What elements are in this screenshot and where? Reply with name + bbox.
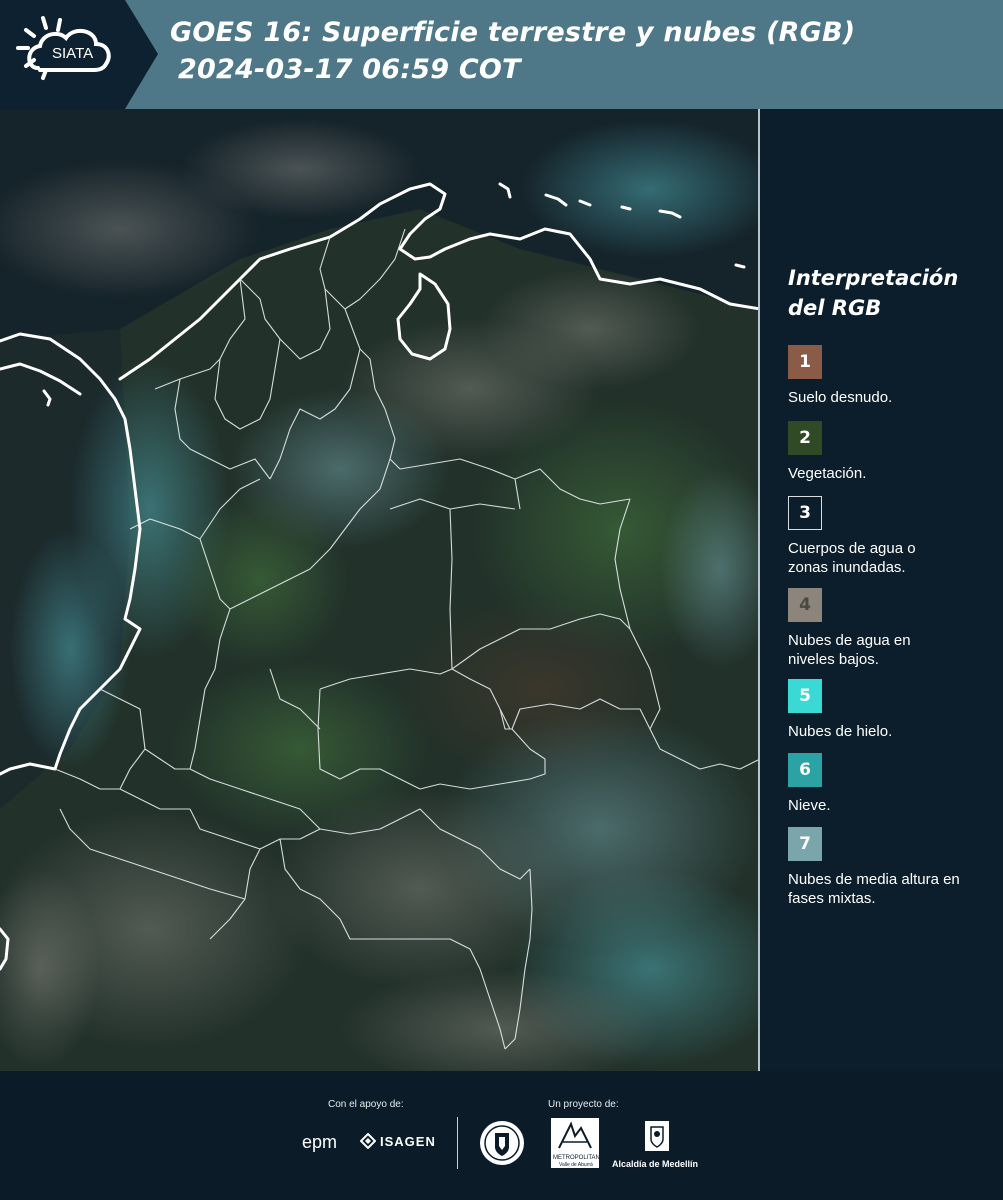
legend-number-6: 6 (799, 760, 811, 780)
area-metropolitana-text: METROPOLITANA (553, 1155, 604, 1161)
legend-title-line-2: del RGB (788, 296, 882, 320)
title-line-2: 2024-03-17 06:59 COT (178, 54, 521, 85)
legend-label-2: Vegetación. (788, 465, 867, 482)
legend-label-1: Suelo desnudo. (788, 389, 893, 406)
title-line-1: GOES 16: Superficie terrestre y nubes (R… (170, 17, 856, 48)
legend-item-low-clouds: 4 Nubes de agua en niveles bajos. (788, 588, 988, 669)
legend-swatch-2: 2 (788, 421, 822, 455)
support-label: Con el apoyo de: (328, 1099, 404, 1110)
alcaldia-logo: Alcaldía de Medellín (612, 1159, 699, 1169)
legend-number-3: 3 (799, 503, 811, 523)
legend-swatch-4: 4 (788, 588, 822, 622)
legend-label-5: Nubes de hielo. (788, 723, 893, 740)
legend-swatch-7: 7 (788, 827, 822, 861)
siata-logo-text: SIATA (52, 45, 94, 62)
legend-item-bare-soil: 1 Suelo desnudo. (788, 345, 988, 407)
isagen-icon (359, 1132, 377, 1150)
legend-title-line-1: Interpretación (788, 266, 959, 290)
isagen-logo: ISAGEN (380, 1134, 436, 1149)
footer-divider (457, 1117, 458, 1169)
medellin-university-seal-icon (478, 1119, 526, 1167)
footer-bar: Con el apoyo de: Un proyecto de: epm ISA… (0, 1071, 1003, 1200)
area-metropolitana-subtext: Valle de Aburrá (559, 1162, 593, 1168)
legend-item-mid-clouds: 7 Nubes de media altura en fases mixtas. (788, 827, 988, 908)
satellite-map (0, 109, 760, 1071)
legend-number-1: 1 (799, 352, 811, 372)
legend-panel: Interpretación del RGB 1 Suelo desnudo. … (788, 263, 988, 907)
alcaldia-shield-icon (643, 1119, 671, 1153)
header-bar: SIATA GOES 16: Superficie terrestre y nu… (0, 0, 1003, 109)
project-label: Un proyecto de: (548, 1099, 619, 1110)
legend-number-2: 2 (799, 428, 811, 448)
legend-swatch-6: 6 (788, 753, 822, 787)
legend-item-water: 3 Cuerpos de agua o zonas inundadas. (788, 496, 988, 577)
legend-item-vegetation: 2 Vegetación. (788, 421, 988, 483)
legend-swatch-5: 5 (788, 679, 822, 713)
page-title: GOES 16: Superficie terrestre y nubes (R… (170, 14, 855, 88)
legend-number-5: 5 (799, 686, 811, 706)
legend-label-4: Nubes de agua en niveles bajos. (788, 632, 911, 668)
legend-item-snow: 6 Nieve. (788, 753, 988, 815)
legend-item-ice-clouds: 5 Nubes de hielo. (788, 679, 988, 741)
legend-swatch-3: 3 (788, 496, 822, 530)
siata-logo: SIATA (0, 0, 158, 109)
legend-number-7: 7 (799, 834, 811, 854)
legend-swatch-1: 1 (788, 345, 822, 379)
legend-title: Interpretación del RGB (788, 263, 988, 323)
epm-logo: epm (302, 1132, 338, 1152)
legend-label-3: Cuerpos de agua o zonas inundadas. (788, 540, 916, 576)
legend-label-6: Nieve. (788, 797, 831, 814)
legend-label-7: Nubes de media altura en fases mixtas. (788, 871, 960, 907)
legend-number-4: 4 (799, 595, 811, 615)
